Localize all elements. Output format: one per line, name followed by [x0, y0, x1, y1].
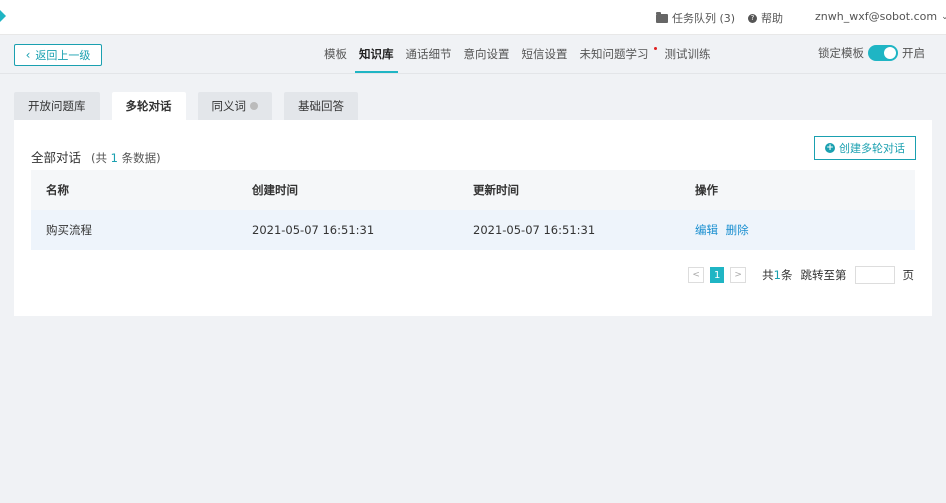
- count-prefix: (共: [91, 151, 107, 165]
- tab-unknown-questions-label: 未知问题学习: [579, 47, 649, 61]
- panel-title: 全部对话 (共 1 条数据): [31, 147, 161, 166]
- total-count: 共1条: [762, 267, 792, 283]
- page-number-current[interactable]: 1: [710, 267, 725, 283]
- tab-call-details[interactable]: 通话细节: [400, 35, 458, 73]
- help-icon: ?: [748, 13, 757, 23]
- back-label: 返回上一级: [35, 49, 91, 62]
- edit-link[interactable]: 编辑: [695, 223, 718, 237]
- tab-knowledge-base[interactable]: 知识库: [353, 35, 400, 73]
- subtab-multi-turn[interactable]: 多轮对话: [111, 92, 186, 120]
- prev-page-button[interactable]: <: [688, 267, 705, 283]
- task-queue-link[interactable]: 任务队列 (3): [656, 10, 735, 26]
- record-count: (共 1 条数据): [91, 151, 161, 165]
- header-created: 创建时间: [252, 183, 298, 197]
- nav-bar: ‹ 返回上一级 模板 知识库 通话细节 意向设置 短信设置 未知问题学习 测试训…: [0, 35, 946, 74]
- top-bar: 任务队列 (3) ? 帮助 znwh_wxf@sobot.com ⌄: [0, 0, 946, 35]
- subtab-synonyms[interactable]: 同义词: [197, 92, 272, 120]
- lock-toggle[interactable]: [868, 45, 898, 61]
- pagination: < 1 > 共1条 跳转至第 页: [688, 266, 914, 284]
- content-panel: 全部对话 (共 1 条数据) + 创建多轮对话 名称 创建时间 更新时间 操作 …: [14, 120, 932, 316]
- lock-template: 锁定模板 开启: [818, 45, 925, 61]
- help-label: 帮助: [761, 12, 783, 25]
- tab-template[interactable]: 模板: [318, 35, 353, 73]
- panel-title-text: 全部对话: [31, 150, 82, 165]
- count-suffix: 条数据): [121, 151, 161, 165]
- cell-updated: 2021-05-07 16:51:31: [473, 223, 596, 237]
- cell-actions: 编辑 删除: [695, 222, 915, 238]
- cell-created: 2021-05-07 16:51:31: [252, 223, 375, 237]
- header-name: 名称: [46, 183, 69, 197]
- create-dialogue-button[interactable]: + 创建多轮对话: [814, 136, 916, 160]
- cell-name: 购买流程: [46, 223, 92, 237]
- table-header: 名称 创建时间 更新时间 操作: [31, 170, 915, 210]
- page-jump-input[interactable]: [854, 266, 895, 284]
- subtab-synonyms-label: 同义词: [211, 99, 247, 113]
- lock-label: 锁定模板: [818, 46, 864, 60]
- notification-dot: [653, 47, 657, 50]
- create-label: 创建多轮对话: [839, 142, 905, 155]
- sub-tabs: 开放问题库 多轮对话 同义词 基础回答: [14, 92, 370, 120]
- subtab-open-questions[interactable]: 开放问题库: [14, 92, 100, 120]
- header-updated: 更新时间: [473, 183, 519, 197]
- tab-sms-settings[interactable]: 短信设置: [516, 35, 574, 73]
- delete-link[interactable]: 删除: [726, 223, 749, 237]
- total-number: 1: [773, 268, 781, 282]
- folder-icon: [656, 11, 668, 23]
- back-button[interactable]: ‹ 返回上一级: [14, 44, 102, 66]
- tab-test-training[interactable]: 测试训练: [659, 35, 717, 73]
- table-row: 购买流程 2021-05-07 16:51:31 2021-05-07 16:5…: [31, 210, 915, 250]
- total-suffix: 条: [781, 268, 793, 282]
- tab-unknown-questions[interactable]: 未知问题学习: [574, 35, 659, 73]
- user-email: znwh_wxf@sobot.com: [815, 10, 938, 23]
- nav-tabs: 模板 知识库 通话细节 意向设置 短信设置 未知问题学习 测试训练: [318, 35, 717, 73]
- page-suffix: 页: [902, 268, 915, 282]
- lock-state: 开启: [902, 46, 925, 60]
- dialogue-table: 名称 创建时间 更新时间 操作 购买流程 2021-05-07 16:51:31…: [31, 170, 915, 250]
- jump-label: 跳转至第: [800, 268, 847, 282]
- next-page-button[interactable]: >: [730, 267, 747, 283]
- header-actions: 操作: [695, 183, 718, 197]
- total-prefix: 共: [762, 268, 774, 282]
- plus-icon: +: [825, 143, 835, 153]
- tab-intent-settings[interactable]: 意向设置: [458, 35, 516, 73]
- info-icon[interactable]: [250, 102, 258, 110]
- count-number: 1: [110, 151, 118, 165]
- chevron-down-icon: ⌄: [941, 11, 946, 22]
- user-menu[interactable]: znwh_wxf@sobot.com ⌄: [815, 10, 946, 23]
- subtab-basic-answers[interactable]: 基础回答: [284, 92, 358, 120]
- task-queue-label: 任务队列 (3): [672, 12, 736, 25]
- logo-icon: [0, 10, 6, 22]
- chevron-left-icon: ‹: [25, 48, 31, 62]
- help-link[interactable]: ? 帮助: [748, 10, 783, 26]
